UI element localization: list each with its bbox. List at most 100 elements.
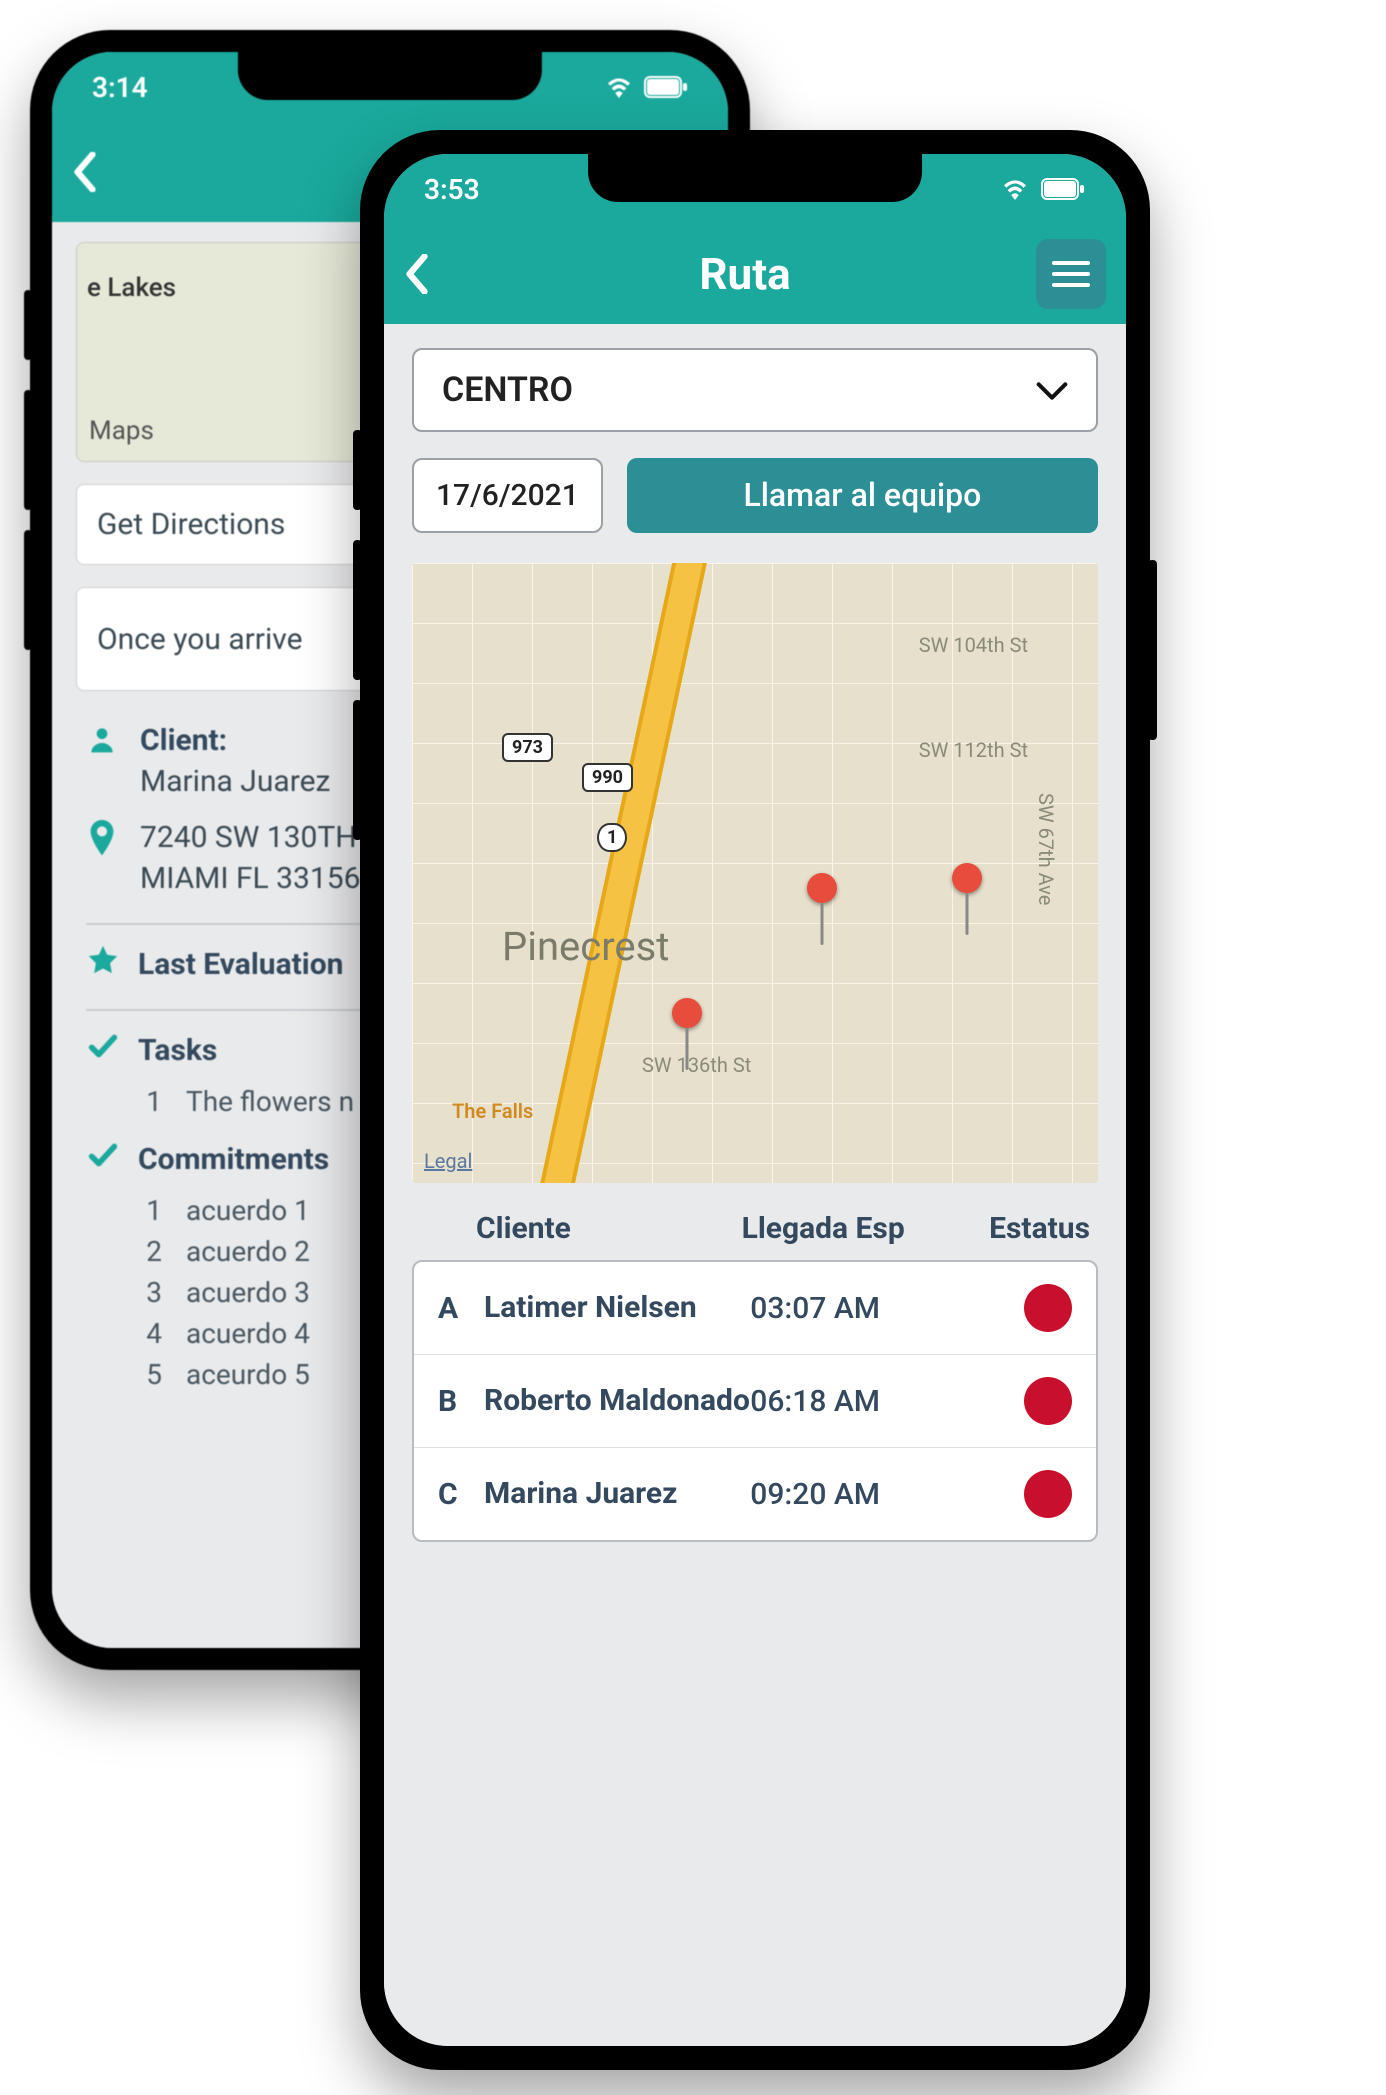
table-row[interactable]: B Roberto Maldonado 06:18 AM (414, 1355, 1096, 1448)
side-button (24, 530, 32, 650)
map-label-lakes: e Lakes (87, 273, 176, 303)
col-client-label: Cliente (420, 1211, 742, 1246)
app-header: Ruta (384, 224, 1126, 324)
person-icon (86, 721, 122, 759)
route-shield-1: 1 (597, 823, 627, 852)
commitment-text: acuerdo 3 (186, 1276, 310, 1309)
status-dot-icon (1024, 1284, 1072, 1332)
row-letter: C (438, 1477, 484, 1512)
commitment-text: acuerdo 2 (186, 1235, 310, 1268)
phone-notch (588, 154, 922, 202)
chevron-down-icon (1036, 370, 1068, 410)
zone-selected-value: CENTRO (442, 370, 573, 410)
commitment-number: 4 (142, 1317, 162, 1350)
client-name: Marina Juarez (140, 762, 330, 803)
row-client-name: Latimer Nielsen (484, 1289, 750, 1327)
screen-title: Ruta (454, 248, 1036, 300)
date-value: 17/6/2021 (436, 478, 579, 513)
check-icon (86, 1138, 122, 1180)
last-evaluation-label: Last Evaluation (138, 947, 343, 982)
side-button (24, 290, 32, 360)
status-icons (604, 76, 688, 98)
route-map[interactable]: SW 104th St SW 112th St SW 136th St SW 6… (412, 563, 1098, 1183)
row-letter: A (438, 1291, 484, 1326)
table-row[interactable]: C Marina Juarez 09:20 AM (414, 1448, 1096, 1540)
commitment-number: 5 (142, 1358, 162, 1391)
status-time: 3:53 (424, 173, 480, 206)
col-status-label: Estatus (983, 1211, 1090, 1246)
controls-row: 17/6/2021 Llamar al equipo (412, 458, 1098, 533)
call-team-button[interactable]: Llamar al equipo (627, 458, 1098, 533)
route-shield-973: 973 (502, 733, 553, 762)
tasks-label: Tasks (138, 1033, 217, 1068)
map-provider-label: Maps (89, 416, 154, 446)
row-arrival-time: 03:07 AM (750, 1291, 953, 1326)
table-row[interactable]: A Latimer Nielsen 03:07 AM (414, 1262, 1096, 1355)
status-dot-icon (1024, 1470, 1072, 1518)
commitment-number: 1 (142, 1194, 162, 1227)
side-button (353, 700, 362, 840)
client-text: Client: Marina Juarez (140, 721, 330, 802)
commitment-text: acuerdo 1 (186, 1194, 310, 1227)
map-street-label: SW 104th St (919, 633, 1028, 657)
phone-notch (238, 52, 542, 100)
table-header: Cliente Llegada Esp Estatus (420, 1211, 1090, 1246)
map-legal-link[interactable]: Legal (424, 1149, 472, 1173)
client-list: A Latimer Nielsen 03:07 AM B Roberto Mal… (412, 1260, 1098, 1542)
star-icon (86, 943, 122, 985)
map-pin-icon[interactable] (672, 998, 702, 1028)
content-area: CENTRO 17/6/2021 Llamar al equipo SW 104… (384, 324, 1126, 2046)
address-line1: 7240 SW 130TH S (140, 818, 382, 859)
side-button (24, 390, 32, 510)
commitment-text: aceurdo 5 (186, 1358, 310, 1391)
address-line2: MIAMI FL 33156 (140, 859, 382, 900)
phone-front: 3:53 Ruta CENTRO (360, 130, 1150, 2070)
location-pin-icon (86, 818, 122, 862)
map-street-label: SW 112th St (919, 738, 1028, 762)
row-status (953, 1377, 1072, 1425)
row-arrival-time: 09:20 AM (750, 1477, 953, 1512)
commitments-label: Commitments (138, 1142, 329, 1177)
map-poi-label: The Falls (452, 1099, 533, 1123)
commitment-number: 3 (142, 1276, 162, 1309)
row-status (953, 1284, 1072, 1332)
client-label: Client: (140, 721, 330, 762)
get-directions-label: Get Directions (97, 507, 285, 542)
route-shield-990: 990 (582, 763, 633, 792)
map-street-label: SW 67th Ave (1034, 793, 1058, 905)
zone-select[interactable]: CENTRO (412, 348, 1098, 432)
status-dot-icon (1024, 1377, 1072, 1425)
map-pin-icon[interactable] (807, 873, 837, 903)
battery-icon (644, 76, 688, 98)
phone-front-screen: 3:53 Ruta CENTRO (384, 154, 1126, 2046)
status-icons (1000, 178, 1086, 200)
back-button[interactable] (404, 254, 454, 294)
commitment-number: 2 (142, 1235, 162, 1268)
commitment-text: acuerdo 4 (186, 1317, 310, 1350)
row-client-name: Marina Juarez (484, 1475, 750, 1513)
call-team-label: Llamar al equipo (743, 476, 981, 514)
battery-icon (1040, 178, 1086, 200)
row-arrival-time: 06:18 AM (750, 1384, 953, 1419)
wifi-icon (604, 76, 634, 98)
wifi-icon (1000, 178, 1030, 200)
status-time: 3:14 (92, 71, 148, 104)
row-letter: B (438, 1384, 484, 1419)
once-you-arrive-label: Once you arrive (97, 622, 303, 657)
date-picker[interactable]: 17/6/2021 (412, 458, 603, 533)
address-text: 7240 SW 130TH S MIAMI FL 33156 (140, 818, 382, 899)
side-button (353, 540, 362, 680)
hamburger-icon (1052, 261, 1090, 287)
map-city-label: Pinecrest (502, 923, 669, 970)
back-button[interactable] (72, 152, 122, 192)
row-status (953, 1470, 1072, 1518)
col-arrival-label: Llegada Esp (742, 1211, 983, 1246)
side-button (1148, 560, 1157, 740)
row-client-name: Roberto Maldonado (484, 1382, 750, 1420)
task-number: 1 (142, 1085, 162, 1118)
map-street-label: SW 136th St (642, 1053, 751, 1077)
side-button (353, 430, 362, 510)
map-pin-icon[interactable] (952, 863, 982, 893)
check-icon (86, 1029, 122, 1071)
menu-button[interactable] (1036, 239, 1106, 309)
